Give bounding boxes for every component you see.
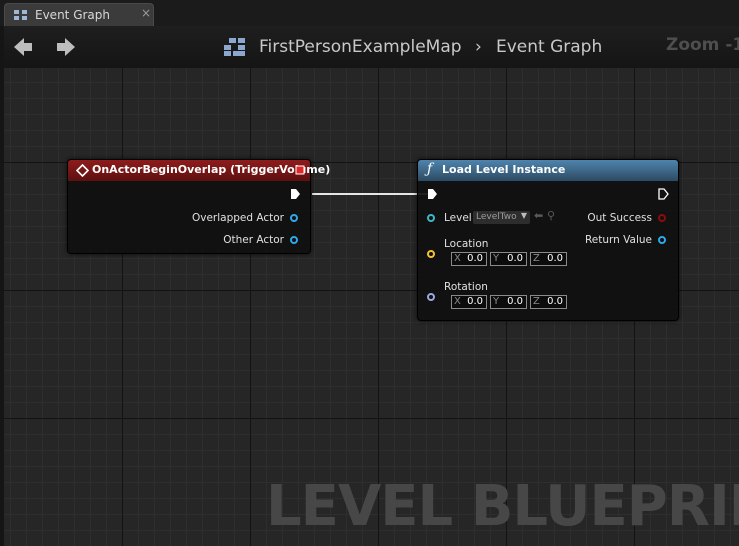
overlapped-actor-pin-icon[interactable] [290, 214, 298, 222]
out-success-label: Out Success [587, 212, 652, 224]
y-axis-label: Y [493, 296, 500, 307]
zoom-level: Zoom -1 [666, 35, 739, 55]
z-axis-label: Z [533, 296, 540, 307]
function-node-title: Load Level Instance [442, 163, 566, 176]
forward-arrow-icon[interactable] [55, 36, 77, 58]
back-arrow-icon[interactable] [12, 36, 34, 58]
function-icon: ƒ [427, 161, 433, 177]
return-value-label: Return Value [584, 234, 652, 246]
other-actor-label: Other Actor [223, 234, 284, 246]
other-actor-pin-icon[interactable] [290, 236, 298, 244]
x-axis-label: X [454, 296, 461, 307]
browse-search-icon[interactable]: ⚲ [547, 209, 555, 222]
tab-event-graph[interactable]: Event Graph × [4, 3, 154, 26]
location-x-field[interactable]: X 0.0 [451, 252, 487, 266]
rotation-x-field[interactable]: X 0.0 [451, 295, 487, 309]
rotation-y-value: 0.0 [507, 296, 523, 307]
location-z-value: 0.0 [547, 253, 563, 264]
event-diamond-icon [76, 164, 89, 177]
rotation-z-value: 0.0 [547, 296, 563, 307]
location-y-field[interactable]: Y 0.0 [490, 252, 527, 266]
location-label: Location [444, 238, 489, 250]
y-axis-label: Y [493, 253, 500, 264]
graph-icon [14, 10, 27, 20]
breadcrumb-map[interactable]: FirstPersonExampleMap [259, 37, 462, 57]
level-blueprint-watermark: LEVEL BLUEPRINT [266, 474, 739, 539]
breadcrumb-separator: › [475, 37, 482, 57]
dropdown-arrow-icon: ▼ [520, 211, 527, 220]
delegate-pin-icon[interactable] [295, 165, 305, 175]
use-selected-arrow-icon[interactable]: ⬅ [534, 209, 543, 222]
out-success-pin-icon[interactable] [658, 214, 666, 222]
level-pin-icon[interactable] [427, 214, 435, 222]
event-node-on-actor-begin-overlap[interactable]: OnActorBeginOverlap (TriggerVolume) Over… [67, 159, 330, 254]
rotation-y-field[interactable]: Y 0.0 [490, 295, 527, 309]
overlapped-actor-label: Overlapped Actor [191, 212, 284, 224]
graph-toolbar: FirstPersonExampleMap › Event Graph Zoom… [4, 26, 739, 68]
tab-label: Event Graph [35, 8, 110, 22]
return-value-pin-icon[interactable] [658, 236, 666, 244]
level-dropdown-value: LevelTwo [476, 212, 517, 222]
event-node-header: OnActorBeginOverlap (TriggerVolume) [68, 160, 330, 181]
level-label: Level [444, 212, 472, 224]
tab-bar: Event Graph × [0, 0, 739, 26]
function-node-load-level-instance[interactable]: ƒ Load Level Instance Level LevelTwo ▼ ⬅… [417, 159, 679, 321]
exec-out-pin-icon[interactable] [658, 188, 669, 200]
location-z-field[interactable]: Z 0.0 [530, 252, 567, 266]
breadcrumb-event-graph: Event Graph [496, 37, 603, 57]
rotation-z-field[interactable]: Z 0.0 [530, 295, 567, 309]
rotation-pin-icon[interactable] [427, 293, 435, 301]
location-y-value: 0.0 [507, 253, 523, 264]
location-pin-icon[interactable] [427, 250, 435, 258]
location-x-value: 0.0 [467, 253, 483, 264]
exec-out-pin-icon[interactable] [290, 188, 301, 200]
close-icon[interactable]: × [141, 6, 151, 20]
z-axis-label: Z [533, 253, 540, 264]
exec-in-pin-icon[interactable] [427, 188, 438, 200]
rotation-label: Rotation [444, 281, 488, 293]
level-dropdown[interactable]: LevelTwo ▼ [473, 211, 530, 224]
graph-canvas[interactable]: FirstPersonExampleMap › Event Graph Zoom… [4, 26, 739, 546]
rotation-x-value: 0.0 [467, 296, 483, 307]
function-node-header: ƒ Load Level Instance [418, 160, 678, 181]
x-axis-label: X [454, 253, 461, 264]
graph-icon [224, 38, 245, 56]
